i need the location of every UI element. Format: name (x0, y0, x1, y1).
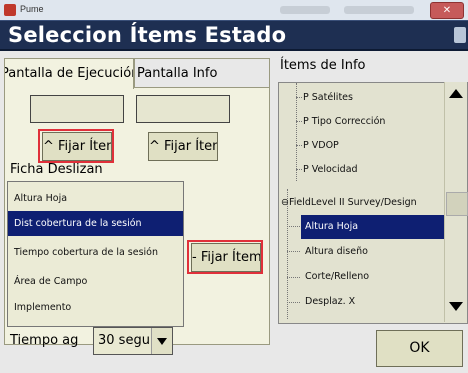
tree-item[interactable]: Altura diseño (279, 240, 465, 264)
scroll-thumb[interactable] (446, 192, 468, 216)
collapse-icon[interactable]: ⊖ (281, 197, 289, 208)
tree-group-item[interactable]: ⊖FieldLevel II Survey/Design (279, 191, 441, 215)
ficha-deslizan-label: Ficha Deslizan (10, 162, 103, 177)
tree-item[interactable]: Desplaz. X (279, 290, 465, 314)
app-icon (4, 4, 16, 16)
window-title: Pume (20, 4, 44, 14)
scroll-up-icon[interactable] (445, 82, 467, 106)
list-item[interactable]: Altura Hoja (8, 186, 183, 211)
dialog-header: Seleccion Ítems Estado (0, 20, 468, 51)
tree-item[interactable]: P Tipo Corrección (279, 110, 463, 134)
items-info-label: Ítems de Info (280, 58, 366, 73)
ok-button[interactable]: OK (376, 330, 463, 367)
tab-pantalla-info[interactable]: Pantalla Info (134, 58, 270, 90)
ficha-list[interactable]: Altura Hoja Dist cobertura de la sesión … (7, 181, 184, 327)
highlight-box (187, 240, 263, 274)
list-item[interactable]: Implemento (8, 295, 183, 320)
page-title: Seleccion Ítems Estado (8, 23, 287, 47)
list-item[interactable]: Área de Campo (8, 269, 183, 294)
tree-item-label: FieldLevel II Survey/Design (288, 197, 417, 208)
list-item-selected[interactable]: Dist cobertura de la sesión (8, 211, 183, 236)
tab-pantalla-ejecucion[interactable]: Pantalla de Ejecución (4, 58, 134, 89)
tab-label: Pantalla Info (137, 66, 218, 81)
tree-item[interactable]: P Velocidad (279, 158, 463, 182)
tree-item-selected[interactable]: Altura Hoja (301, 215, 446, 239)
item-input-2[interactable] (136, 95, 230, 123)
titlebar-blur (344, 6, 414, 14)
item-input-1[interactable] (30, 95, 124, 123)
tree-connector (287, 226, 300, 227)
tiempo-label: Tiempo ag (10, 333, 79, 348)
items-tree[interactable]: P Satélites P Tipo Corrección P VDOP P V… (278, 82, 468, 324)
list-item[interactable]: Tiempo cobertura de la sesión (8, 240, 183, 265)
tree-scrollbar[interactable] (444, 82, 468, 322)
tree-item[interactable]: P Satélites (279, 86, 463, 110)
scroll-down-icon[interactable] (445, 294, 467, 318)
chevron-down-icon[interactable] (151, 328, 172, 354)
highlight-box (38, 129, 114, 163)
button-label: ^ Fijar Ítem (149, 139, 218, 154)
titlebar-blur (280, 6, 330, 14)
tree-item[interactable]: P VDOP (279, 134, 463, 158)
header-edge-icon (454, 27, 466, 43)
tiempo-select[interactable]: 30 segundos (93, 327, 173, 355)
window-titlebar: Pume ✕ (0, 0, 468, 21)
tab-label: Pantalla de Ejecución (4, 66, 134, 81)
tree-item[interactable]: Corte/Relleno (279, 265, 465, 289)
fijar-item-button-right[interactable]: ^ Fijar Ítem (148, 132, 218, 161)
close-button[interactable]: ✕ (430, 2, 464, 19)
